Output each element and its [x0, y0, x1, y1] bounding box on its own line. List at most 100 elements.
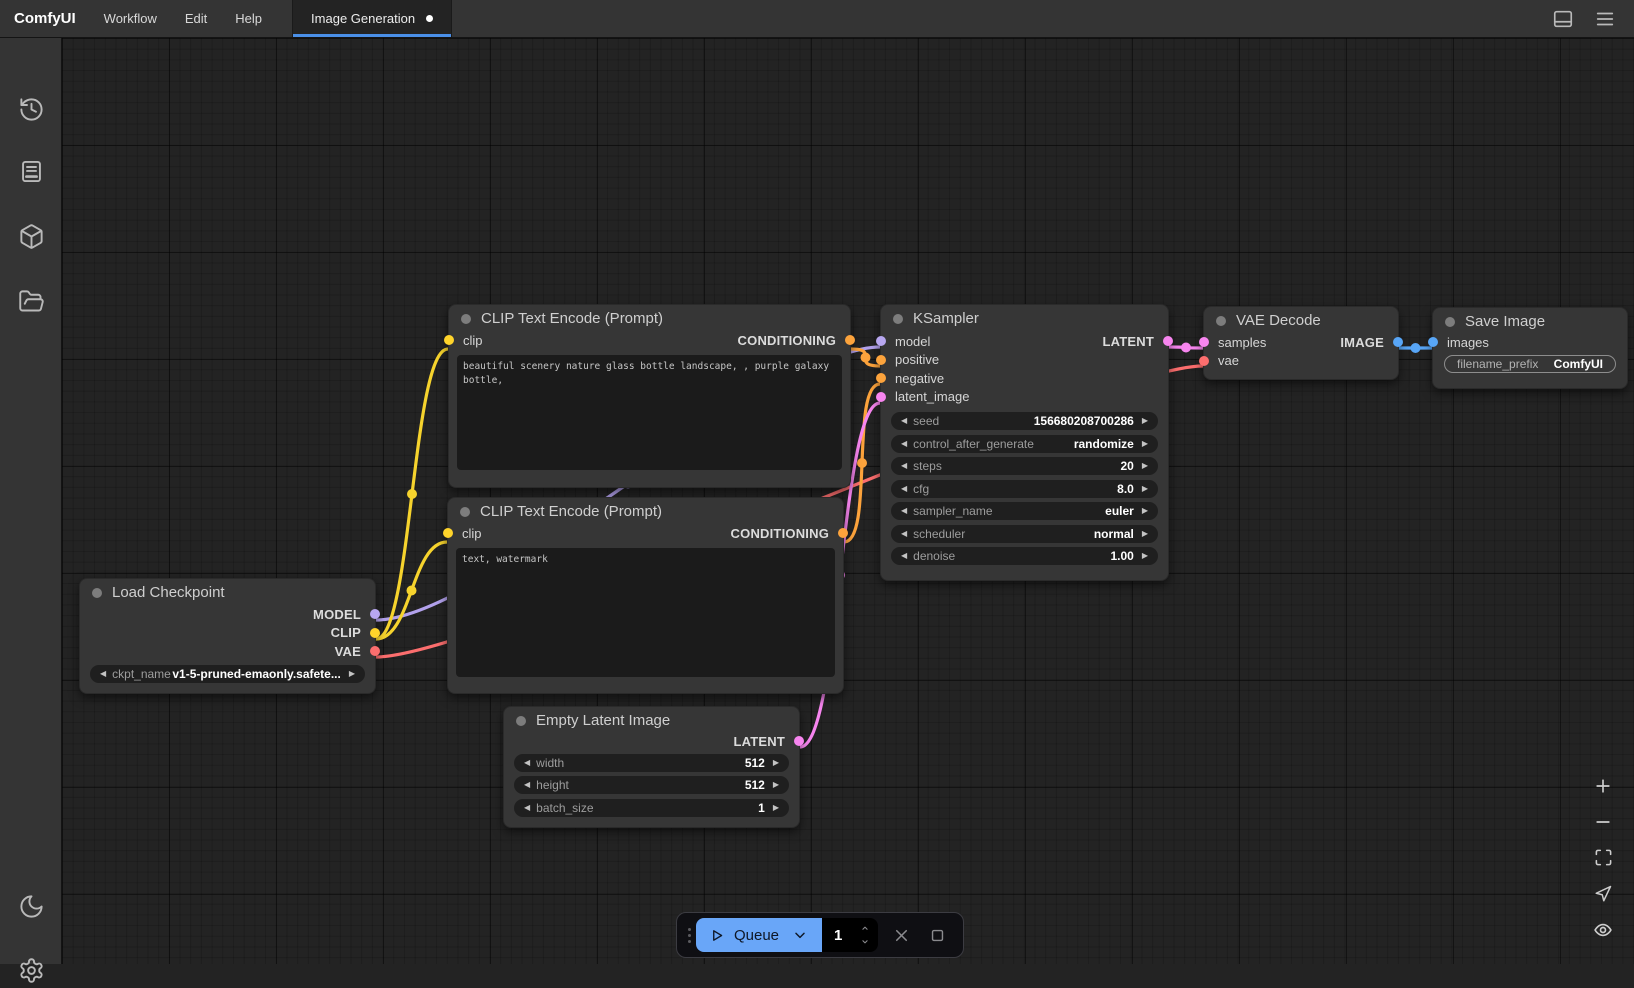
collapse-dot[interactable] — [1445, 317, 1455, 327]
node-clip-text-encode-positive[interactable]: CLIP Text Encode (Prompt) clip CONDITION… — [448, 304, 851, 488]
increment-arrow-icon[interactable]: ▶ — [1139, 552, 1151, 560]
batch-decrement-button[interactable] — [858, 936, 872, 948]
node-header[interactable]: CLIP Text Encode (Prompt) — [449, 305, 850, 325]
fit-view-button[interactable] — [1586, 844, 1620, 871]
node-header[interactable]: CLIP Text Encode (Prompt) — [448, 498, 843, 518]
input-port-clip[interactable] — [444, 335, 454, 345]
toggle-link-visibility-button[interactable] — [1586, 916, 1620, 943]
select-mode-button[interactable] — [1586, 880, 1620, 907]
tab-image-generation[interactable]: Image Generation — [292, 0, 452, 37]
increment-arrow-icon[interactable]: ▶ — [346, 670, 358, 678]
queue-button[interactable]: Queue — [696, 918, 822, 952]
collapse-dot[interactable] — [461, 314, 471, 324]
increment-arrow-icon[interactable]: ▶ — [1139, 462, 1151, 470]
decrement-arrow-icon[interactable]: ◀ — [521, 804, 533, 812]
node-header[interactable]: Empty Latent Image — [504, 707, 799, 727]
stop-button[interactable] — [924, 922, 950, 948]
decrement-arrow-icon[interactable]: ◀ — [521, 759, 533, 767]
decrement-arrow-icon[interactable]: ◀ — [898, 530, 910, 538]
node-load-checkpoint[interactable]: Load Checkpoint MODEL CLIP VAE ◀ ckpt_na… — [79, 578, 376, 694]
node-clip-text-encode-negative[interactable]: CLIP Text Encode (Prompt) clip CONDITION… — [447, 497, 844, 694]
widget-ckpt-name[interactable]: ◀ ckpt_name v1-5-pruned-emaonly.safete..… — [90, 665, 365, 683]
node-header[interactable]: VAE Decode — [1204, 307, 1398, 327]
main-menu-button[interactable] — [1592, 6, 1618, 32]
decrement-arrow-icon[interactable]: ◀ — [97, 670, 109, 678]
prompt-textarea[interactable]: text, watermark — [456, 548, 835, 677]
input-port-samples[interactable] — [1199, 337, 1209, 347]
output-port-vae[interactable] — [370, 646, 380, 656]
widget-denoise[interactable]: ◀ denoise 1.00 ▶ — [891, 547, 1158, 565]
batch-count-input[interactable]: 1 — [822, 918, 878, 952]
filename-prefix-field[interactable]: filename_prefix ComfyUI — [1444, 355, 1616, 373]
batch-increment-button[interactable] — [858, 922, 872, 934]
input-port-latent-image[interactable] — [876, 392, 886, 402]
widget-height[interactable]: ◀ height 512 ▶ — [514, 776, 789, 794]
decrement-arrow-icon[interactable]: ◀ — [521, 781, 533, 789]
output-port-latent[interactable] — [1163, 336, 1173, 346]
collapse-dot[interactable] — [893, 314, 903, 324]
clear-queue-button[interactable] — [888, 922, 914, 948]
node-header[interactable]: Save Image — [1433, 308, 1627, 328]
input-port-vae[interactable] — [1199, 356, 1209, 366]
menu-help[interactable]: Help — [221, 0, 276, 37]
node-ksampler[interactable]: KSampler model LATENT positive negative … — [880, 304, 1169, 581]
sidebar-item-workflows[interactable] — [13, 283, 49, 319]
menu-edit[interactable]: Edit — [171, 0, 221, 37]
decrement-arrow-icon[interactable]: ◀ — [898, 507, 910, 515]
collapse-dot[interactable] — [1216, 316, 1226, 326]
widget-scheduler[interactable]: ◀ scheduler normal ▶ — [891, 525, 1158, 543]
widget-width[interactable]: ◀ width 512 ▶ — [514, 754, 789, 772]
input-port-positive[interactable] — [876, 355, 886, 365]
widget-control-after-generate[interactable]: ◀ control_after_generate randomize ▶ — [891, 435, 1158, 453]
increment-arrow-icon[interactable]: ▶ — [1139, 485, 1151, 493]
increment-arrow-icon[interactable]: ▶ — [770, 759, 782, 767]
output-port-conditioning[interactable] — [838, 528, 848, 538]
increment-arrow-icon[interactable]: ▶ — [770, 804, 782, 812]
node-vae-decode[interactable]: VAE Decode samples IMAGE vae — [1203, 306, 1399, 380]
input-port-clip[interactable] — [443, 528, 453, 538]
output-port-latent[interactable] — [794, 736, 804, 746]
chevron-down-icon[interactable] — [792, 927, 808, 943]
node-header[interactable]: Load Checkpoint — [80, 579, 375, 599]
widget-batch-size[interactable]: ◀ batch_size 1 ▶ — [514, 799, 789, 817]
toolbar-drag-handle[interactable] — [683, 928, 696, 943]
output-port-clip[interactable] — [370, 628, 380, 638]
increment-arrow-icon[interactable]: ▶ — [1139, 530, 1151, 538]
widget-steps[interactable]: ◀ steps 20 ▶ — [891, 457, 1158, 475]
node-empty-latent-image[interactable]: Empty Latent Image LATENT ◀ width 512 ▶ … — [503, 706, 800, 828]
node-header[interactable]: KSampler — [881, 305, 1168, 325]
decrement-arrow-icon[interactable]: ◀ — [898, 552, 910, 560]
input-port-model[interactable] — [876, 336, 886, 346]
increment-arrow-icon[interactable]: ▶ — [1139, 417, 1151, 425]
collapse-dot[interactable] — [460, 507, 470, 517]
prompt-textarea[interactable]: beautiful scenery nature glass bottle la… — [457, 355, 842, 470]
input-port-negative[interactable] — [876, 373, 886, 383]
input-port-images[interactable] — [1428, 337, 1438, 347]
output-port-image[interactable] — [1393, 337, 1403, 347]
theme-toggle-button[interactable] — [13, 888, 49, 924]
widget-sampler-name[interactable]: ◀ sampler_name euler ▶ — [891, 502, 1158, 520]
increment-arrow-icon[interactable]: ▶ — [1139, 440, 1151, 448]
decrement-arrow-icon[interactable]: ◀ — [898, 440, 910, 448]
node-canvas[interactable] — [62, 38, 1634, 964]
menu-workflow[interactable]: Workflow — [90, 0, 171, 37]
increment-arrow-icon[interactable]: ▶ — [770, 781, 782, 789]
toggle-bottom-panel-button[interactable] — [1550, 6, 1576, 32]
sidebar-item-model-library[interactable] — [13, 218, 49, 254]
zoom-out-button[interactable] — [1586, 808, 1620, 835]
sidebar-item-logs[interactable] — [13, 153, 49, 189]
decrement-arrow-icon[interactable]: ◀ — [898, 485, 910, 493]
zoom-in-button[interactable] — [1586, 772, 1620, 799]
settings-button[interactable] — [13, 952, 49, 988]
widget-seed[interactable]: ◀ seed 156680208700286 ▶ — [891, 412, 1158, 430]
sidebar-item-queue-history[interactable] — [13, 91, 49, 127]
increment-arrow-icon[interactable]: ▶ — [1139, 507, 1151, 515]
decrement-arrow-icon[interactable]: ◀ — [898, 417, 910, 425]
output-port-model[interactable] — [370, 609, 380, 619]
decrement-arrow-icon[interactable]: ◀ — [898, 462, 910, 470]
collapse-dot[interactable] — [516, 716, 526, 726]
collapse-dot[interactable] — [92, 588, 102, 598]
node-save-image[interactable]: Save Image images filename_prefix ComfyU… — [1432, 307, 1628, 389]
widget-cfg[interactable]: ◀ cfg 8.0 ▶ — [891, 480, 1158, 498]
output-port-conditioning[interactable] — [845, 335, 855, 345]
